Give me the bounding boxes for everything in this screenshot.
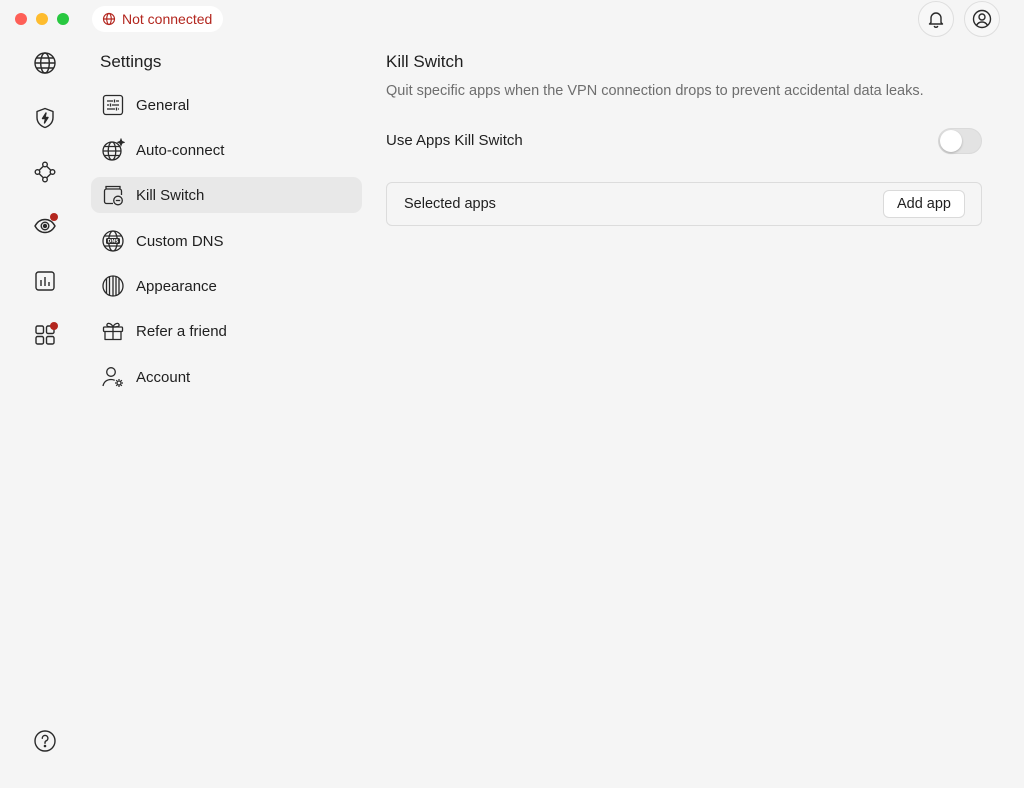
mesh-network-icon	[34, 161, 56, 183]
rail-apps-button[interactable]	[29, 319, 61, 351]
gift-icon	[102, 322, 124, 341]
rail-help-button[interactable]	[29, 725, 61, 757]
selected-apps-label: Selected apps	[404, 196, 496, 212]
add-app-button[interactable]: Add app	[882, 190, 965, 218]
settings-item-label: Refer a friend	[136, 322, 227, 340]
selected-apps-panel: Selected apps Add app	[386, 182, 982, 226]
svg-text:DNS: DNS	[108, 239, 119, 245]
settings-heading: Settings	[100, 52, 162, 71]
kill-switch-toggle[interactable]	[938, 128, 982, 154]
rail-threat-button[interactable]	[29, 210, 61, 242]
settings-item-label: General	[136, 96, 190, 114]
minimize-window-button[interactable]	[36, 13, 48, 25]
settings-item-auto-connect[interactable]: Auto-connect	[91, 132, 362, 168]
shield-bolt-icon	[36, 107, 54, 129]
rail-globe-button[interactable]	[29, 47, 61, 79]
profile-button[interactable]	[964, 1, 1000, 37]
stats-icon	[35, 271, 55, 291]
kill-switch-icon	[103, 185, 123, 206]
connection-status-text: Not connected	[122, 11, 213, 27]
app-window: Not connected Settings General Auto-conn…	[0, 0, 1024, 788]
settings-item-label: Appearance	[136, 277, 217, 295]
settings-item-label: Auto-connect	[136, 141, 225, 159]
window-controls	[15, 13, 69, 25]
rail-stats-button[interactable]	[29, 265, 61, 297]
close-window-button[interactable]	[15, 13, 27, 25]
settings-item-custom-dns[interactable]: DNS Custom DNS	[91, 223, 362, 259]
toggle-knob	[940, 130, 962, 152]
connection-status-badge[interactable]: Not connected	[92, 6, 224, 32]
page-description: Quit specific apps when the VPN connecti…	[386, 83, 924, 99]
notification-dot	[50, 213, 58, 221]
kill-switch-toggle-label: Use Apps Kill Switch	[386, 132, 523, 149]
globe-sparkle-icon	[102, 138, 125, 161]
settings-item-kill-switch[interactable]: Kill Switch	[91, 177, 362, 213]
rail-protection-button[interactable]	[29, 102, 61, 134]
sliders-icon	[102, 94, 124, 116]
settings-item-refer-friend[interactable]: Refer a friend	[91, 313, 362, 349]
settings-item-label: Custom DNS	[136, 232, 224, 250]
settings-item-general[interactable]: General	[91, 87, 362, 123]
settings-item-appearance[interactable]: Appearance	[91, 268, 362, 304]
page-title: Kill Switch	[386, 52, 464, 71]
notifications-button[interactable]	[918, 1, 954, 37]
settings-item-account[interactable]: Account	[91, 359, 362, 395]
settings-item-label: Account	[136, 368, 191, 386]
notification-dot	[50, 322, 58, 330]
appearance-icon	[102, 275, 124, 297]
user-circle-icon	[972, 9, 992, 29]
help-icon	[34, 730, 56, 752]
rail-meshnet-button[interactable]	[29, 156, 61, 188]
globe-icon	[102, 12, 116, 26]
settings-item-label: Kill Switch	[136, 186, 205, 204]
globe-icon	[34, 52, 56, 74]
account-gear-icon	[102, 367, 123, 387]
maximize-window-button[interactable]	[57, 13, 69, 25]
dns-globe-icon: DNS	[102, 230, 124, 252]
bell-icon	[928, 12, 944, 28]
